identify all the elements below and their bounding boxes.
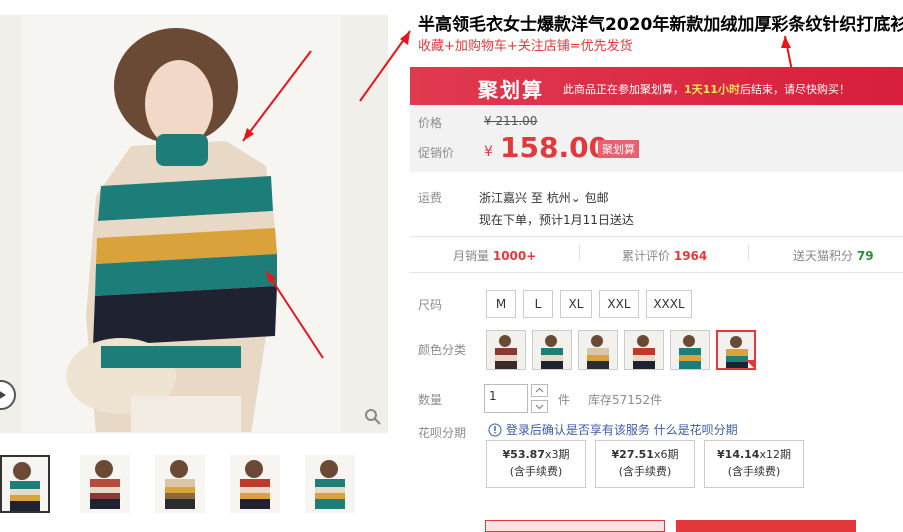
quantity-increase-button[interactable]	[531, 384, 548, 397]
stock-count: 库存57152件	[588, 393, 663, 407]
divider	[748, 245, 749, 261]
points-label: 送天猫积分	[793, 249, 854, 263]
buy-now-button[interactable]	[485, 520, 665, 532]
divider	[410, 272, 903, 273]
size-option-l[interactable]: L	[523, 290, 553, 318]
sales-value: 1000+	[492, 249, 537, 263]
color-option-3[interactable]	[578, 330, 618, 370]
banner-text: 此商品正在参加聚划算，1天11小时后结束，请尽快购买！	[563, 81, 850, 97]
delivery-estimate: 现在下单，预计1月11日送达	[479, 213, 634, 227]
ship-fee: 包邮	[584, 191, 609, 205]
monthly-sales: 月销量 1000+	[453, 247, 536, 264]
color-option-6-selected[interactable]	[716, 330, 756, 370]
banner-text-before: 此商品正在参加聚划算，	[563, 83, 684, 96]
zoom-icon[interactable]	[364, 408, 382, 426]
list-price-label: 价格	[418, 116, 443, 130]
quantity-input[interactable]: 1	[484, 384, 528, 413]
ship-to-word: 至	[530, 191, 543, 205]
color-label: 颜色分类	[418, 343, 467, 357]
sales-label: 月销量	[453, 249, 490, 263]
color-option-2[interactable]	[532, 330, 572, 370]
reviews-value: 1964	[673, 249, 708, 263]
shipping-label: 运费	[418, 191, 443, 205]
ship-from: 浙江嘉兴	[479, 191, 528, 205]
color-option-1[interactable]	[486, 330, 526, 370]
installment-plan-12[interactable]: ¥14.14x12期 (含手续费)	[704, 440, 804, 488]
plan-periods: x3期	[544, 448, 570, 461]
installment-info: 登录后确认是否享有该服务 什么是花呗分期	[488, 421, 738, 438]
plan-amount: ¥27.51	[611, 448, 654, 461]
tmall-points: 送天猫积分 79	[793, 247, 874, 264]
thumbnail-5[interactable]	[305, 455, 355, 513]
banner-logo: 聚划算	[478, 78, 544, 102]
installment-help-link[interactable]: 什么是花呗分期	[654, 423, 738, 437]
banner-countdown: 1天11小时	[684, 83, 740, 96]
shipping-info: 浙江嘉兴 至 杭州⌄ 包邮	[479, 189, 609, 206]
product-photo	[1, 16, 387, 432]
chevron-down-icon	[535, 404, 544, 410]
installment-label: 花呗分期	[418, 426, 467, 440]
video-play-button[interactable]	[0, 380, 16, 410]
points-value: 79	[856, 249, 874, 263]
banner-text-after: 后结束，请尽快购买！	[739, 83, 850, 96]
quantity-decrease-button[interactable]	[531, 400, 548, 413]
color-option-4[interactable]	[624, 330, 664, 370]
thumbnail-2[interactable]	[80, 455, 130, 513]
thumbnail-1[interactable]	[0, 455, 50, 513]
color-option-5[interactable]	[670, 330, 710, 370]
quantity-unit: 件	[558, 393, 571, 407]
divider	[579, 245, 580, 261]
quantity-label: 数量	[418, 393, 443, 407]
installment-plan-6[interactable]: ¥27.51x6期 (含手续费)	[595, 440, 695, 488]
size-option-xxxl[interactable]: XXXL	[646, 290, 692, 318]
currency-symbol: ¥	[484, 144, 493, 160]
size-option-xl[interactable]: XL	[560, 290, 592, 318]
cumulative-reviews[interactable]: 累计评价 1964	[622, 247, 707, 264]
size-option-xxl[interactable]: XXL	[599, 290, 639, 318]
thumbnail-4[interactable]	[230, 455, 280, 513]
size-label: 尺码	[418, 298, 443, 312]
reviews-label: 累计评价	[622, 249, 671, 263]
ship-to-city: 杭州	[546, 191, 571, 205]
plan-periods: x6期	[653, 448, 679, 461]
plan-amount: ¥14.14	[717, 448, 760, 461]
plan-periods: x12期	[759, 448, 791, 461]
plan-fee: (含手续费)	[618, 465, 672, 478]
thumbnail-3[interactable]	[155, 455, 205, 513]
divider	[410, 236, 903, 237]
plan-fee: (含手续费)	[727, 465, 781, 478]
add-to-cart-button[interactable]	[676, 520, 856, 532]
ship-to-select[interactable]: 杭州⌄	[547, 191, 581, 205]
product-title: 半高领毛衣女士爆款洋气2020年新款加绒加厚彩条纹针织打底衫秋冬	[418, 15, 903, 35]
chevron-down-icon: ⌄	[570, 191, 581, 205]
info-icon	[488, 423, 502, 437]
size-option-m[interactable]: M	[486, 290, 516, 318]
list-price-value: ¥ 211.00	[484, 114, 538, 128]
main-product-image[interactable]	[0, 15, 388, 433]
installment-plan-3[interactable]: ¥53.87x3期 (含手续费)	[486, 440, 586, 488]
promo-price-value: 158.00	[500, 131, 609, 164]
product-subtitle: 收藏+加购物车+关注店铺=优先发货	[418, 39, 633, 54]
promo-tag-badge: 聚划算	[598, 140, 639, 158]
plan-fee: (含手续费)	[509, 465, 563, 478]
promo-price-label: 促销价	[418, 146, 455, 160]
installment-login-text: 登录后确认是否享有该服务	[505, 423, 650, 437]
play-icon	[0, 391, 6, 399]
chevron-up-icon	[535, 387, 544, 393]
plan-amount: ¥53.87	[502, 448, 545, 461]
annotation-arrow-left	[359, 30, 411, 102]
